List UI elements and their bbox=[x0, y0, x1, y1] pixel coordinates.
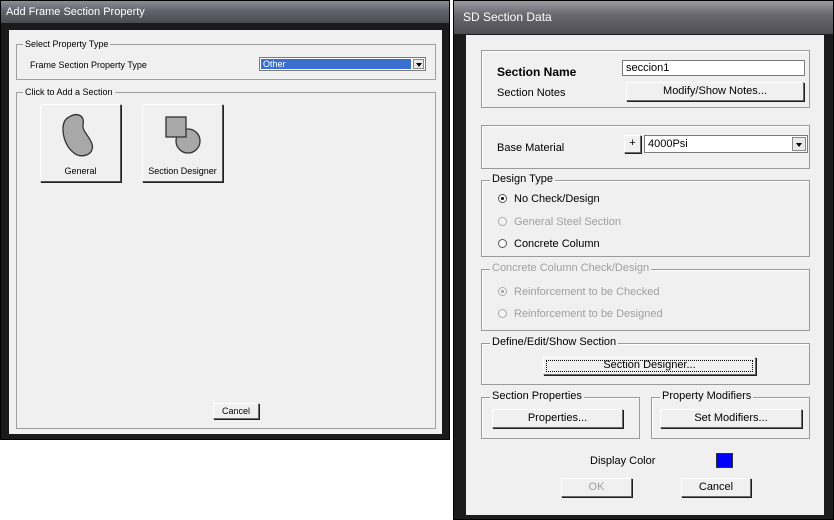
add-material-button[interactable]: + bbox=[624, 135, 641, 153]
chevron-down-icon[interactable] bbox=[792, 137, 806, 151]
group-title: Property Modifiers bbox=[660, 390, 754, 402]
display-color-swatch[interactable] bbox=[716, 453, 733, 468]
cancel-button[interactable]: Cancel bbox=[681, 478, 751, 497]
radio-dot-icon bbox=[498, 194, 507, 203]
general-section-button[interactable]: General bbox=[40, 104, 121, 182]
ok-button[interactable]: OK bbox=[561, 478, 632, 497]
dialog-body: Select Property Type Frame Section Prope… bbox=[9, 30, 442, 434]
radio-dot-icon bbox=[498, 287, 507, 296]
general-shape-icon bbox=[61, 114, 93, 157]
dialog-title: SD Section Data bbox=[454, 1, 833, 34]
group-title: Concrete Column Check/Design bbox=[490, 262, 652, 274]
radio-dot-icon bbox=[498, 217, 507, 226]
cancel-button[interactable]: Cancel bbox=[213, 403, 259, 419]
sd-section-data-dialog: SD Section Data Section Name Section Not… bbox=[453, 0, 834, 520]
group-title: Click to Add a Section bbox=[23, 86, 115, 98]
property-type-select[interactable]: Other bbox=[259, 57, 426, 71]
dialog-title: Add Frame Section Property bbox=[1, 1, 449, 23]
group-title: Section Properties bbox=[490, 390, 584, 402]
tile-label: Section Designer bbox=[148, 166, 217, 176]
radio-label: Reinforcement to be Designed bbox=[514, 308, 663, 320]
base-material-select[interactable]: 4000Psi bbox=[644, 135, 808, 153]
dialog-body: Section Name Section Notes seccion1 Modi… bbox=[466, 35, 824, 515]
base-material-label: Base Material bbox=[497, 142, 565, 154]
radio-label: Concrete Column bbox=[514, 238, 600, 250]
properties-button[interactable]: Properties... bbox=[492, 409, 623, 428]
section-name-label: Section Name bbox=[497, 65, 577, 79]
section-designer-tile-button[interactable]: Section Designer bbox=[142, 104, 223, 182]
radio-label: Reinforcement to be Checked bbox=[514, 286, 660, 298]
group-title: Define/Edit/Show Section bbox=[490, 336, 619, 348]
modify-show-notes-button[interactable]: Modify/Show Notes... bbox=[626, 82, 804, 101]
radio-dot-icon bbox=[498, 309, 507, 318]
section-name-input[interactable]: seccion1 bbox=[622, 60, 805, 76]
set-modifiers-button[interactable]: Set Modifiers... bbox=[660, 409, 802, 428]
group-title: Select Property Type bbox=[23, 38, 111, 50]
selected-value: 4000Psi bbox=[648, 138, 688, 150]
group-title: Design Type bbox=[490, 173, 555, 185]
selected-value: Other bbox=[261, 59, 411, 69]
add-frame-section-dialog: Add Frame Section Property Select Proper… bbox=[0, 0, 450, 440]
concrete-column-group: Concrete Column Check/Design bbox=[481, 262, 810, 331]
radio-dot-icon bbox=[498, 239, 507, 248]
chevron-down-icon[interactable] bbox=[413, 59, 424, 69]
section-designer-icon bbox=[164, 116, 201, 154]
radio-label: No Check/Design bbox=[514, 193, 600, 205]
radio-label: General Steel Section bbox=[514, 216, 622, 228]
display-color-label: Display Color bbox=[590, 455, 656, 467]
section-designer-button[interactable]: Section Designer... bbox=[543, 357, 756, 375]
property-type-label: Frame Section Property Type bbox=[30, 60, 147, 70]
section-notes-label: Section Notes bbox=[497, 87, 566, 99]
tile-label: General bbox=[64, 166, 97, 176]
